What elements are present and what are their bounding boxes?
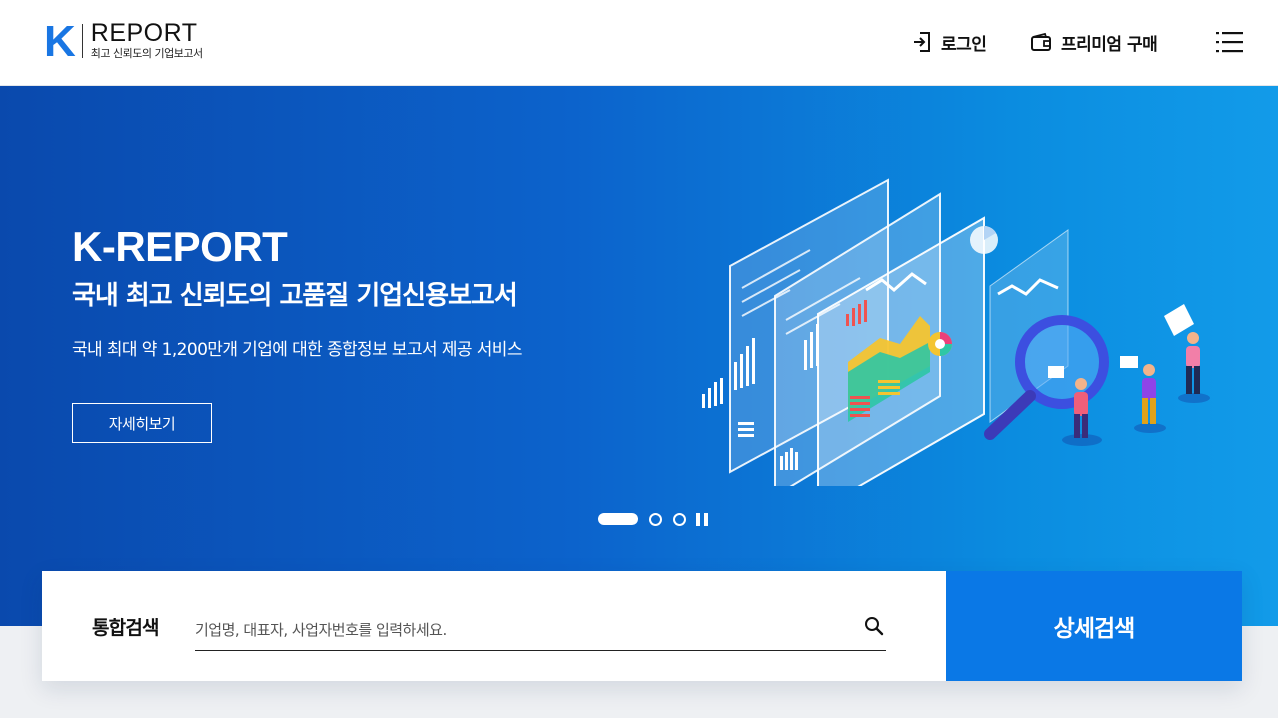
search-icon[interactable] (864, 616, 884, 636)
hero-description: 국내 최대 약 1,200만개 기업에 대한 종합정보 보고서 제공 서비스 (72, 340, 522, 360)
premium-purchase-link[interactable]: 프리미엄 구매 (1030, 28, 1158, 56)
slide-indicator-active[interactable] (598, 513, 638, 525)
hero-title: K-REPORT (72, 223, 288, 270)
hamburger-menu-icon (1216, 32, 1243, 53)
login-icon (914, 32, 930, 52)
site-header: K REPORT 최고 신뢰도의 기업보고서 로그인 프리미엄 구매 (0, 0, 1278, 86)
integrated-search-panel: 통합검색 상세검색 (42, 571, 1242, 681)
advanced-search-button[interactable]: 상세검색 (946, 571, 1242, 681)
logo-subtitle: 최고 신뢰도의 기업보고서 (90, 47, 203, 60)
slider-pagination (598, 512, 708, 526)
pause-icon[interactable] (696, 512, 708, 526)
slide-indicator[interactable] (649, 512, 662, 526)
isometric-data-dashboard-illustration (702, 178, 1210, 486)
premium-label: 프리미엄 구매 (1061, 34, 1158, 55)
logo-divider (81, 24, 83, 58)
site-logo[interactable]: K REPORT 최고 신뢰도의 기업보고서 (44, 17, 203, 66)
login-link[interactable]: 로그인 (912, 28, 987, 56)
wallet-icon (1031, 32, 1051, 51)
logo-mark: K (44, 17, 76, 66)
logo-text: REPORT 최고 신뢰도의 기업보고서 (91, 20, 203, 61)
menu-button[interactable] (1216, 31, 1243, 53)
view-details-button[interactable]: 자세히보기 (72, 403, 212, 443)
hero-banner: K-REPORT 국내 최고 신뢰도의 고품질 기업신용보고서 국내 최대 약 … (0, 86, 1278, 626)
search-label: 통합검색 (92, 617, 160, 639)
search-input[interactable] (195, 609, 886, 651)
login-label: 로그인 (941, 34, 987, 55)
logo-title: REPORT (90, 19, 198, 47)
slide-indicator[interactable] (673, 512, 686, 526)
hero-subtitle: 국내 최고 신뢰도의 고품질 기업신용보고서 (72, 281, 518, 311)
